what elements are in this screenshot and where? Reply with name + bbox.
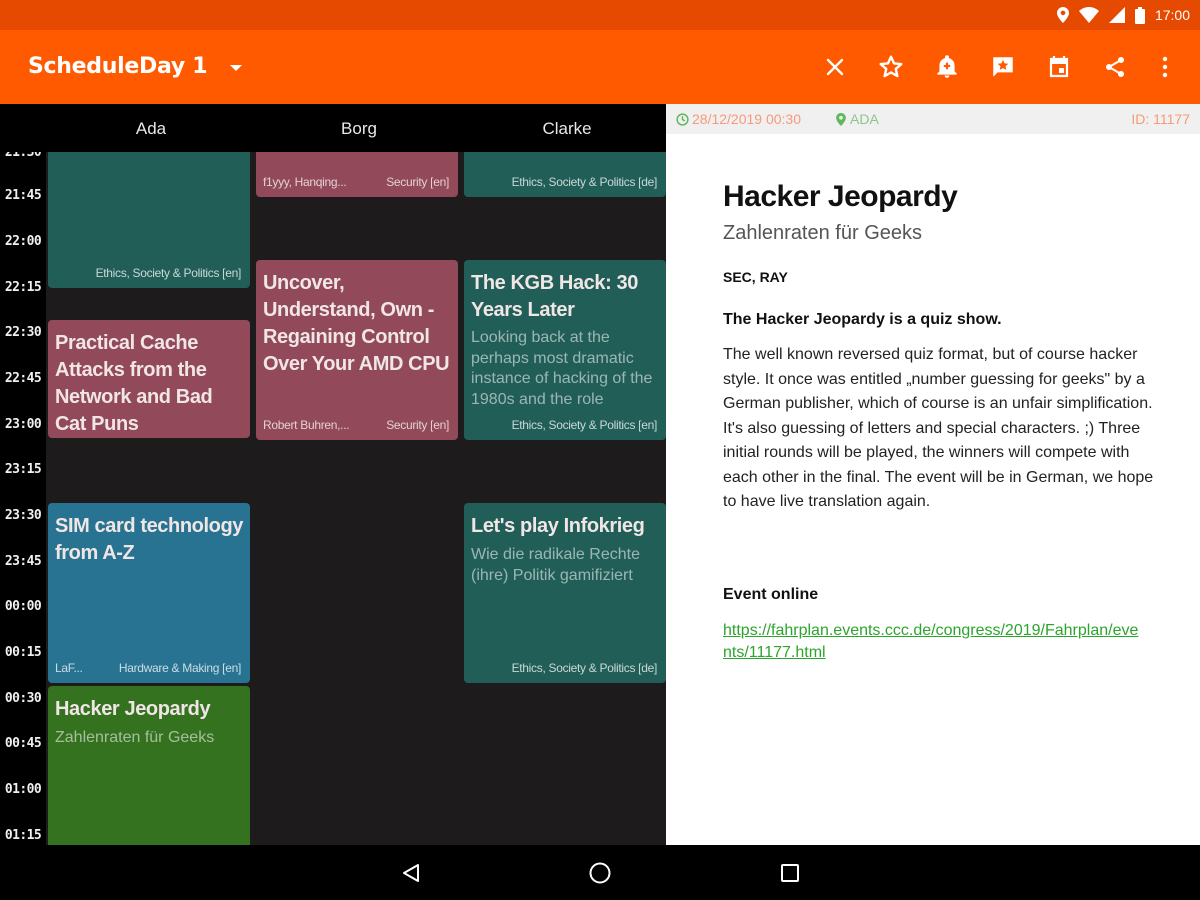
event-card-hacker-jeopardy[interactable]: Hacker Jeopardy Zahlenraten für Geeks [48,686,250,845]
battery-icon [1134,6,1145,24]
event-speaker: f1yyy, Hanqing... [263,175,347,189]
event-room-text: ADA [850,111,879,127]
event-speaker: LaF... [55,661,83,675]
dropdown-arrow-icon[interactable] [224,58,248,78]
event-card-sim-card[interactable]: SIM card technology from A-Z LaF... Hard… [48,503,250,683]
event-subtitle: Wie die radikale Rechte (ihre) Politik g… [471,546,640,584]
feedback-icon[interactable] [989,53,1017,81]
time-label: 23:45 [4,554,42,569]
room-borg: Borg [341,119,377,138]
event-detail-pane: 28/12/2019 00:30 ADA ID: 11177 Hacker Je… [666,104,1200,845]
detail-title: Hacker Jeopardy [723,180,958,213]
time-label: 23:00 [4,417,42,432]
time-label: 00:30 [4,691,42,706]
event-speaker: Robert Buhren,... [263,418,350,432]
time-label: 01:00 [4,782,42,797]
event-title: Uncover, Understand, Own - Regaining Con… [263,272,450,375]
detail-subtitle: Zahlenraten für Geeks [723,222,922,244]
calendar-add-icon[interactable] [1045,53,1073,81]
event-track: Hardware & Making [en] [118,661,241,675]
event-card-clarke-1[interactable]: Ethics, Society & Politics [de] [464,152,666,197]
event-subtitle: Zahlenraten für Geeks [55,729,215,746]
location-pin-icon [836,112,846,126]
room-header: Ada Borg Clarke [0,104,666,152]
event-online-link[interactable]: https://fahrplan.events.ccc.de/congress/… [723,620,1143,664]
signal-icon [1108,7,1125,23]
event-card-kgb-hack[interactable]: The KGB Hack: 30 Years Later Looking bac… [464,260,666,440]
event-datetime: 28/12/2019 00:30 [676,111,801,127]
location-icon [1056,7,1069,23]
status-icons: 17:00 [1056,4,1190,26]
event-card-infokrieg[interactable]: Let's play Infokrieg Wie die radikale Re… [464,503,666,683]
close-icon[interactable] [821,53,849,81]
event-room: ADA [836,111,879,127]
detail-abstract: The Hacker Jeopardy is a quiz show. [723,311,1002,328]
room-clarke: Clarke [542,119,592,138]
room-ada: Ada [135,119,167,138]
events-area: Ethics, Society & Politics [en] Practica… [46,152,666,845]
event-track: Security [en] [386,418,449,432]
home-icon[interactable] [586,859,614,887]
event-title: SIM card technology from A-Z [55,515,243,564]
event-card-practical-cache[interactable]: Practical Cache Attacks from the Network… [48,320,250,438]
event-title: Let's play Infokrieg [471,515,645,537]
status-bar: 17:00 [0,0,1200,30]
detail-description: The well known reversed quiz format, but… [723,346,1154,510]
event-track: Ethics, Society & Politics [de] [511,175,658,189]
share-icon[interactable] [1101,53,1129,81]
time-column: 21:30 21:45 22:00 22:15 22:30 22:45 23:0… [0,152,46,845]
time-label: 00:15 [4,645,42,660]
detail-links-heading: Event online [723,586,819,603]
event-id: ID: 11177 [1131,111,1190,127]
time-label: 00:45 [4,736,42,751]
navigation-bar [0,845,1200,900]
time-label: 22:45 [4,371,42,386]
time-label: 23:15 [4,462,42,477]
time-label: 01:15 [4,828,42,843]
event-card-borg-1[interactable]: f1yyy, Hanqing... Security [en] [256,152,458,197]
day-selector[interactable]: Day 1 [139,54,208,79]
alarm-add-icon[interactable] [933,53,961,81]
event-card-uncover-amd[interactable]: Uncover, Understand, Own - Regaining Con… [256,260,458,440]
schedule-grid[interactable]: Ada Borg Clarke 21:30 21:45 22:00 22:15 … [0,104,666,845]
time-label: 22:15 [4,280,42,295]
event-track: Ethics, Society & Politics [de] [511,661,658,675]
event-track: Security [en] [386,175,449,189]
wifi-icon [1078,7,1099,23]
toolbar-title: Schedule [28,54,139,79]
time-label: 22:00 [4,234,42,249]
back-icon[interactable] [397,859,425,887]
event-title: Hacker Jeopardy [55,698,211,720]
detail-speakers: SEC, RAY [723,269,788,285]
recents-icon[interactable] [776,859,804,887]
event-title: The KGB Hack: 30 Years Later [471,272,638,321]
time-label: 00:00 [4,599,42,614]
event-datetime-text: 28/12/2019 00:30 [692,111,801,127]
event-track: Ethics, Society & Politics [en] [511,418,658,432]
detail-info-bar: 28/12/2019 00:30 ADA ID: 11177 [666,104,1200,134]
star-icon[interactable] [877,53,905,81]
time-label: 23:30 [4,508,42,523]
clock-icon [676,112,689,126]
event-card-ada-1[interactable]: Ethics, Society & Politics [en] [48,152,250,288]
time-label: 21:45 [4,188,42,203]
time-label: 22:30 [4,325,42,340]
event-track: Ethics, Society & Politics [en] [95,266,242,280]
app-toolbar: Schedule Day 1 [0,30,1200,104]
event-subtitle: Looking back at the perhaps most dramati… [471,329,653,408]
status-time: 17:00 [1154,7,1190,23]
time-label: 21:30 [4,152,42,160]
event-title: Practical Cache Attacks from the Network… [55,332,213,435]
overflow-menu-icon[interactable] [1151,53,1179,81]
